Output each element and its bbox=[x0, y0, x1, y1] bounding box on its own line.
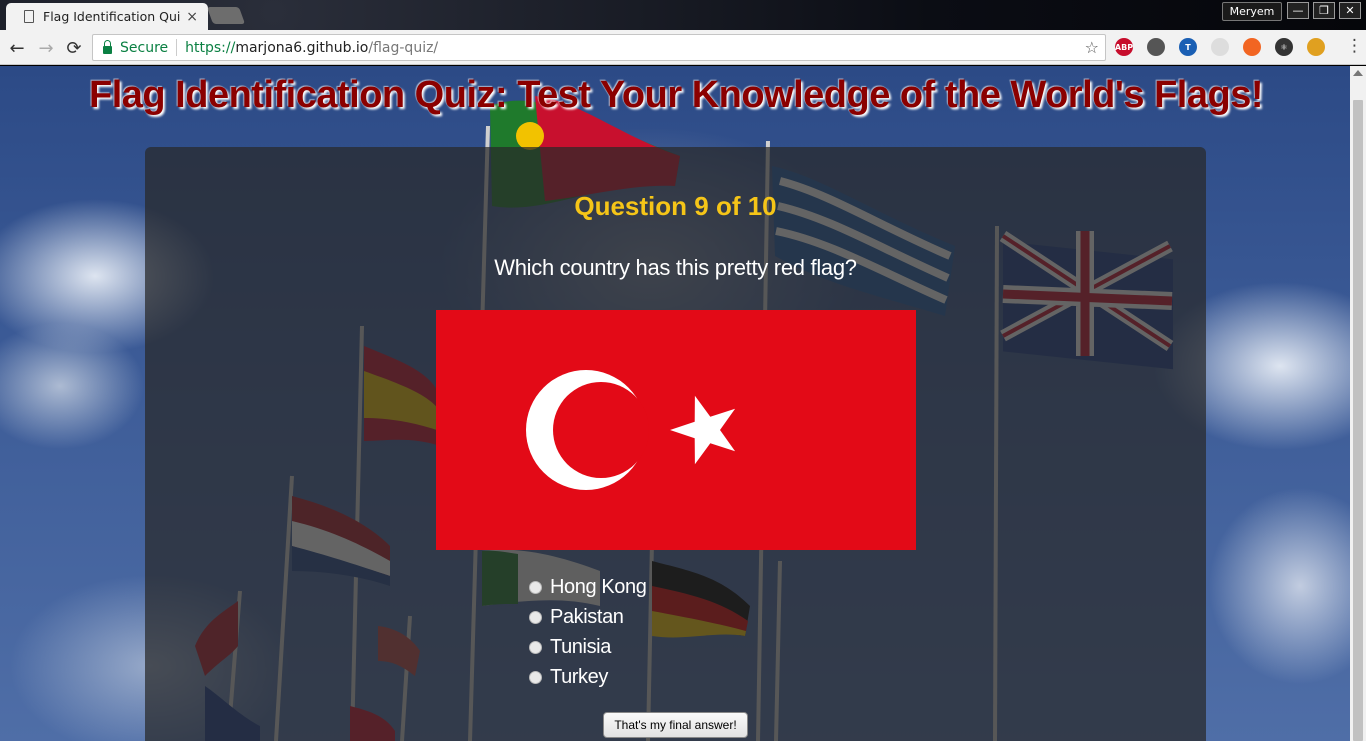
tab-title: Flag Identification Quiz bbox=[43, 9, 181, 24]
page-icon bbox=[24, 10, 34, 23]
lock-icon bbox=[103, 39, 112, 54]
address-bar[interactable]: Secure https:// marjona6.github.io /flag… bbox=[92, 34, 1106, 61]
react-devtools-icon[interactable]: ⚛ bbox=[1275, 38, 1293, 56]
page-viewport: Flag Identification Quiz: Test Your Know… bbox=[0, 66, 1366, 741]
option-label: Hong Kong bbox=[550, 575, 647, 598]
page-title: Flag Identification Quiz: Test Your Know… bbox=[89, 74, 1263, 116]
question-counter: Question 9 of 10 bbox=[574, 191, 777, 221]
browser-titlebar: Flag Identification Quiz × Meryem — ❐ ✕ bbox=[0, 0, 1366, 30]
radio-button[interactable] bbox=[529, 610, 542, 624]
url-path: /flag-quiz/ bbox=[368, 39, 439, 56]
crescent-inner-circle bbox=[553, 382, 649, 478]
answer-options: Hong Kong Pakistan Tunisia Turkey bbox=[529, 572, 647, 692]
browser-tab[interactable]: Flag Identification Quiz × bbox=[6, 3, 208, 30]
radio-button[interactable] bbox=[529, 640, 542, 654]
scrollbar-thumb[interactable] bbox=[1353, 100, 1363, 741]
close-tab-icon[interactable]: × bbox=[186, 9, 198, 25]
tampermonkey-icon[interactable]: T bbox=[1179, 38, 1197, 56]
vertical-scrollbar[interactable] bbox=[1350, 66, 1366, 741]
close-window-button[interactable]: ✕ bbox=[1339, 2, 1361, 19]
flag-image bbox=[436, 310, 916, 550]
browser-menu-icon[interactable]: ⋮ bbox=[1346, 38, 1363, 55]
option-label: Turkey bbox=[550, 665, 608, 688]
option-tunisia[interactable]: Tunisia bbox=[529, 632, 646, 662]
submit-answer-button[interactable]: That's my final answer! bbox=[603, 712, 748, 738]
adblock-plus-icon[interactable]: ABP bbox=[1115, 38, 1133, 56]
bookmark-star-icon[interactable]: ☆ bbox=[1085, 38, 1099, 57]
minimize-button[interactable]: — bbox=[1287, 2, 1309, 19]
scroll-up-icon[interactable] bbox=[1353, 70, 1363, 76]
question-text: Which country has this pretty red flag? bbox=[494, 255, 857, 280]
option-pakistan[interactable]: Pakistan bbox=[529, 602, 646, 632]
owl-extension-icon[interactable] bbox=[1307, 38, 1325, 56]
pen-tool-icon[interactable] bbox=[1147, 38, 1165, 56]
browser-toolbar: ← → ⟳ Secure https:// marjona6.github.io… bbox=[0, 30, 1366, 65]
profile-button[interactable]: Meryem bbox=[1222, 2, 1282, 21]
radio-button[interactable] bbox=[529, 670, 542, 684]
circle-extension-icon[interactable] bbox=[1211, 38, 1229, 56]
radio-button[interactable] bbox=[529, 580, 542, 594]
reload-icon[interactable]: ⟳ bbox=[63, 37, 85, 59]
option-hong-kong[interactable]: Hong Kong bbox=[529, 572, 647, 602]
new-tab-button[interactable] bbox=[206, 7, 246, 24]
restore-button[interactable]: ❐ bbox=[1313, 2, 1335, 19]
option-turkey[interactable]: Turkey bbox=[529, 662, 646, 692]
url-scheme: https:// bbox=[185, 39, 236, 56]
secure-label: Secure bbox=[120, 39, 169, 56]
option-label: Tunisia bbox=[550, 635, 611, 658]
forward-arrow-icon[interactable]: → bbox=[35, 37, 57, 59]
back-arrow-icon[interactable]: ← bbox=[6, 37, 28, 59]
url-host: marjona6.github.io bbox=[235, 39, 369, 56]
orange-extension-icon[interactable] bbox=[1243, 38, 1261, 56]
quiz-panel: Question 9 of 10 Which country has this … bbox=[145, 147, 1206, 741]
omnibox-divider bbox=[176, 39, 178, 56]
option-label: Pakistan bbox=[550, 605, 624, 628]
